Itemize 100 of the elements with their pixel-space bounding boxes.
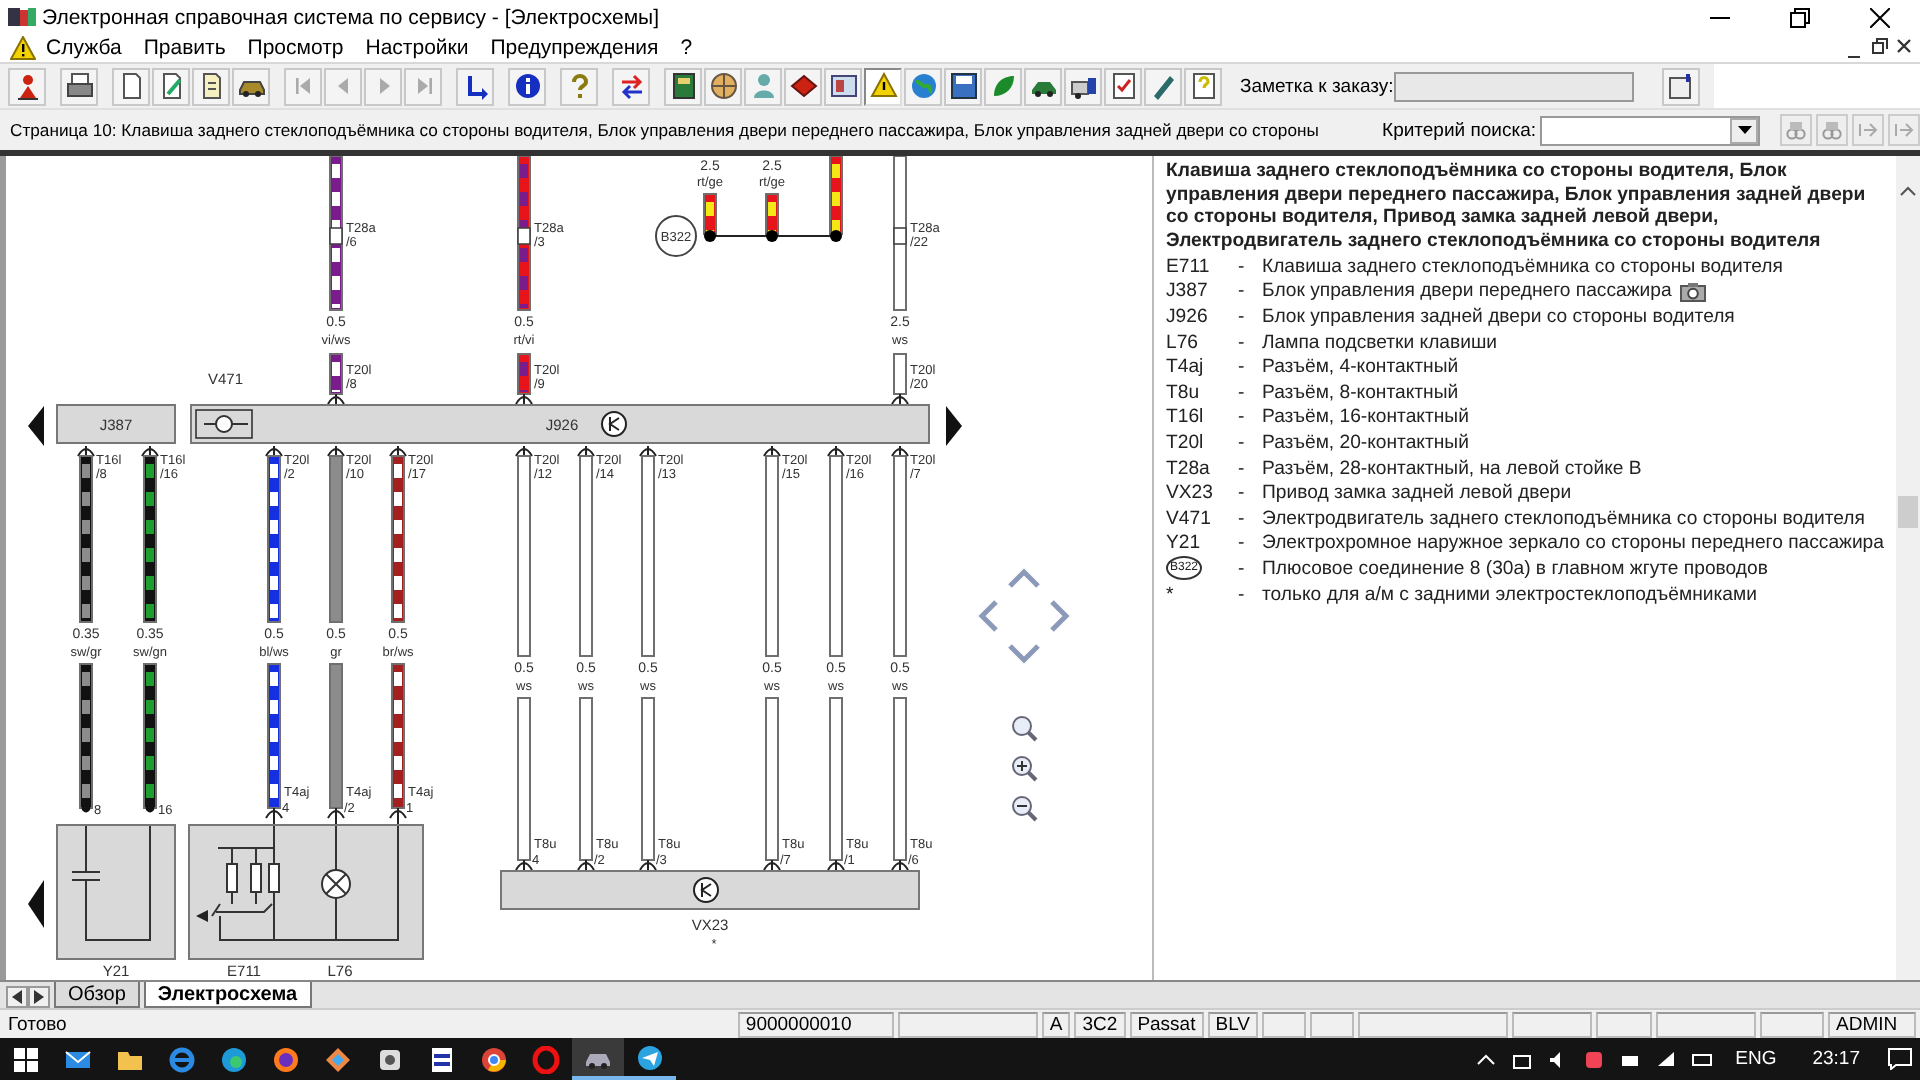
window-title: Электронная справочная система по сервису - [Электросхемы]: [42, 5, 662, 29]
zoom-out-icon[interactable]: [1012, 796, 1038, 822]
toolbar-button[interactable]: [612, 67, 650, 105]
splice-symbol: [655, 215, 697, 257]
menu-item[interactable]: Просмотр: [237, 36, 356, 60]
pan-down-icon[interactable]: [1008, 644, 1040, 664]
toolbar-button[interactable]: [192, 67, 230, 105]
legend-code: T20l: [1166, 431, 1206, 454]
scrollbar[interactable]: [1896, 156, 1920, 980]
note-label: Заметка к заказу:: [1240, 75, 1394, 97]
app-icon[interactable]: [1583, 1049, 1604, 1069]
tab-scroll-button[interactable]: [28, 986, 50, 1008]
note-field[interactable]: [1393, 71, 1634, 101]
menu-item[interactable]: ?: [670, 36, 705, 60]
right-arrow-icon[interactable]: [946, 406, 962, 446]
tab[interactable]: Электросхема: [143, 982, 312, 1008]
toolbar-button[interactable]: [8, 67, 46, 105]
person-icon: [749, 72, 777, 100]
dropdown-button[interactable]: [1730, 117, 1758, 143]
restore-button[interactable]: [1872, 38, 1892, 58]
terminal-icon: [515, 859, 533, 873]
terminal-icon: [77, 445, 95, 459]
caret-icon: [1737, 126, 1751, 134]
legend-dash: -: [1238, 331, 1247, 354]
close-button[interactable]: [1896, 38, 1916, 58]
toolbar-button[interactable]: [1661, 67, 1700, 105]
toolbar-button[interactable]: [152, 67, 190, 105]
toolbar-button[interactable]: [1184, 67, 1222, 105]
toolbar-button[interactable]: [704, 67, 742, 105]
taskbar-button[interactable]: [572, 1038, 624, 1080]
status-cell: [1656, 1011, 1756, 1037]
terminal-icon: [327, 445, 345, 459]
toolbar-button[interactable]: [60, 67, 98, 105]
chevron-up-icon[interactable]: [1475, 1049, 1496, 1069]
left-arrow-icon[interactable]: [28, 406, 44, 446]
close-icon: [1896, 38, 1912, 54]
status-cell: [1596, 1011, 1652, 1037]
clock[interactable]: 23:17: [1812, 1048, 1860, 1070]
diamond-icon: [324, 1045, 352, 1073]
menu-item[interactable]: Править: [133, 36, 238, 60]
toolbar-button[interactable]: [1024, 67, 1062, 105]
toolbar-button[interactable]: [232, 67, 270, 105]
legend-code: VX23: [1166, 482, 1215, 505]
legend-dash: -: [1238, 457, 1247, 480]
legend-text: Электродвигатель заднего стеклоподъёмника со стороны водителя: [1262, 507, 1865, 530]
notification-icon[interactable]: [1888, 1048, 1912, 1070]
legend-code: T28a: [1166, 457, 1212, 480]
status-cell: [1760, 1011, 1824, 1037]
keyboard-icon[interactable]: [1691, 1049, 1712, 1069]
legend-dash: -: [1238, 255, 1247, 278]
search-field[interactable]: [1540, 115, 1760, 145]
scroll-thumb[interactable]: [1898, 496, 1918, 528]
page-icon: [117, 72, 145, 100]
toolbar-button[interactable]: [1104, 67, 1142, 105]
legend-code: J926: [1166, 305, 1210, 328]
language-indicator[interactable]: ENG: [1735, 1048, 1777, 1070]
menu-item[interactable]: Настройки: [355, 36, 481, 60]
terminal-icon: [891, 393, 909, 407]
floppy-icon: [949, 72, 977, 100]
zoom-in-icon[interactable]: [1012, 756, 1038, 782]
search-label: Критерий поиска:: [1382, 119, 1536, 141]
terminal-icon: [327, 393, 345, 407]
browser-icon: [168, 1045, 196, 1073]
zoom-icon[interactable]: [1012, 716, 1038, 742]
swap-arrows-icon: [617, 72, 645, 100]
pan-right-icon[interactable]: [1050, 600, 1070, 632]
toolbar-button[interactable]: [664, 67, 702, 105]
toolbar-button[interactable]: [456, 67, 494, 105]
status-cell: A: [1041, 1011, 1071, 1037]
toolbar-button[interactable]: [1064, 67, 1102, 105]
page-icon: [1666, 72, 1695, 100]
toolbar-button[interactable]: [112, 67, 150, 105]
terminal-icon: [265, 445, 283, 459]
legend-dash: -: [1238, 482, 1247, 505]
legend-dash: -: [1238, 532, 1247, 555]
menu-item[interactable]: Предупреждения: [480, 36, 671, 60]
terminal-icon: [763, 445, 781, 459]
connector-icon: [329, 227, 343, 245]
truck-icon: [1069, 72, 1097, 100]
left-arrow-icon[interactable]: [28, 880, 44, 928]
paper-plane-icon: [636, 1043, 664, 1071]
status-message: Готово: [6, 1013, 69, 1035]
legend-text: Разъём, 8-контактный: [1262, 381, 1459, 404]
status-cell: [897, 1011, 1038, 1037]
toolbar-button[interactable]: [508, 67, 546, 105]
pan-left-icon[interactable]: [978, 600, 998, 632]
status-cell: [1512, 1011, 1592, 1037]
tab[interactable]: Обзор: [54, 982, 140, 1008]
legend-text: Блок управления двери переднего пассажира: [1262, 280, 1672, 303]
toolbar-button[interactable]: [944, 67, 982, 105]
warning-icon[interactable]: [10, 36, 36, 60]
legend-dash: -: [1238, 356, 1247, 379]
tab-scroll-button[interactable]: [6, 986, 28, 1008]
toolbar-button[interactable]: [824, 67, 862, 105]
pan-up-icon[interactable]: [1008, 568, 1040, 588]
toolbar-button[interactable]: [784, 67, 822, 105]
legend-code: T16l: [1166, 406, 1206, 429]
menu-item[interactable]: Служба: [36, 36, 134, 60]
legend-code: Y21: [1166, 532, 1203, 555]
legend-dash: -: [1238, 381, 1247, 404]
